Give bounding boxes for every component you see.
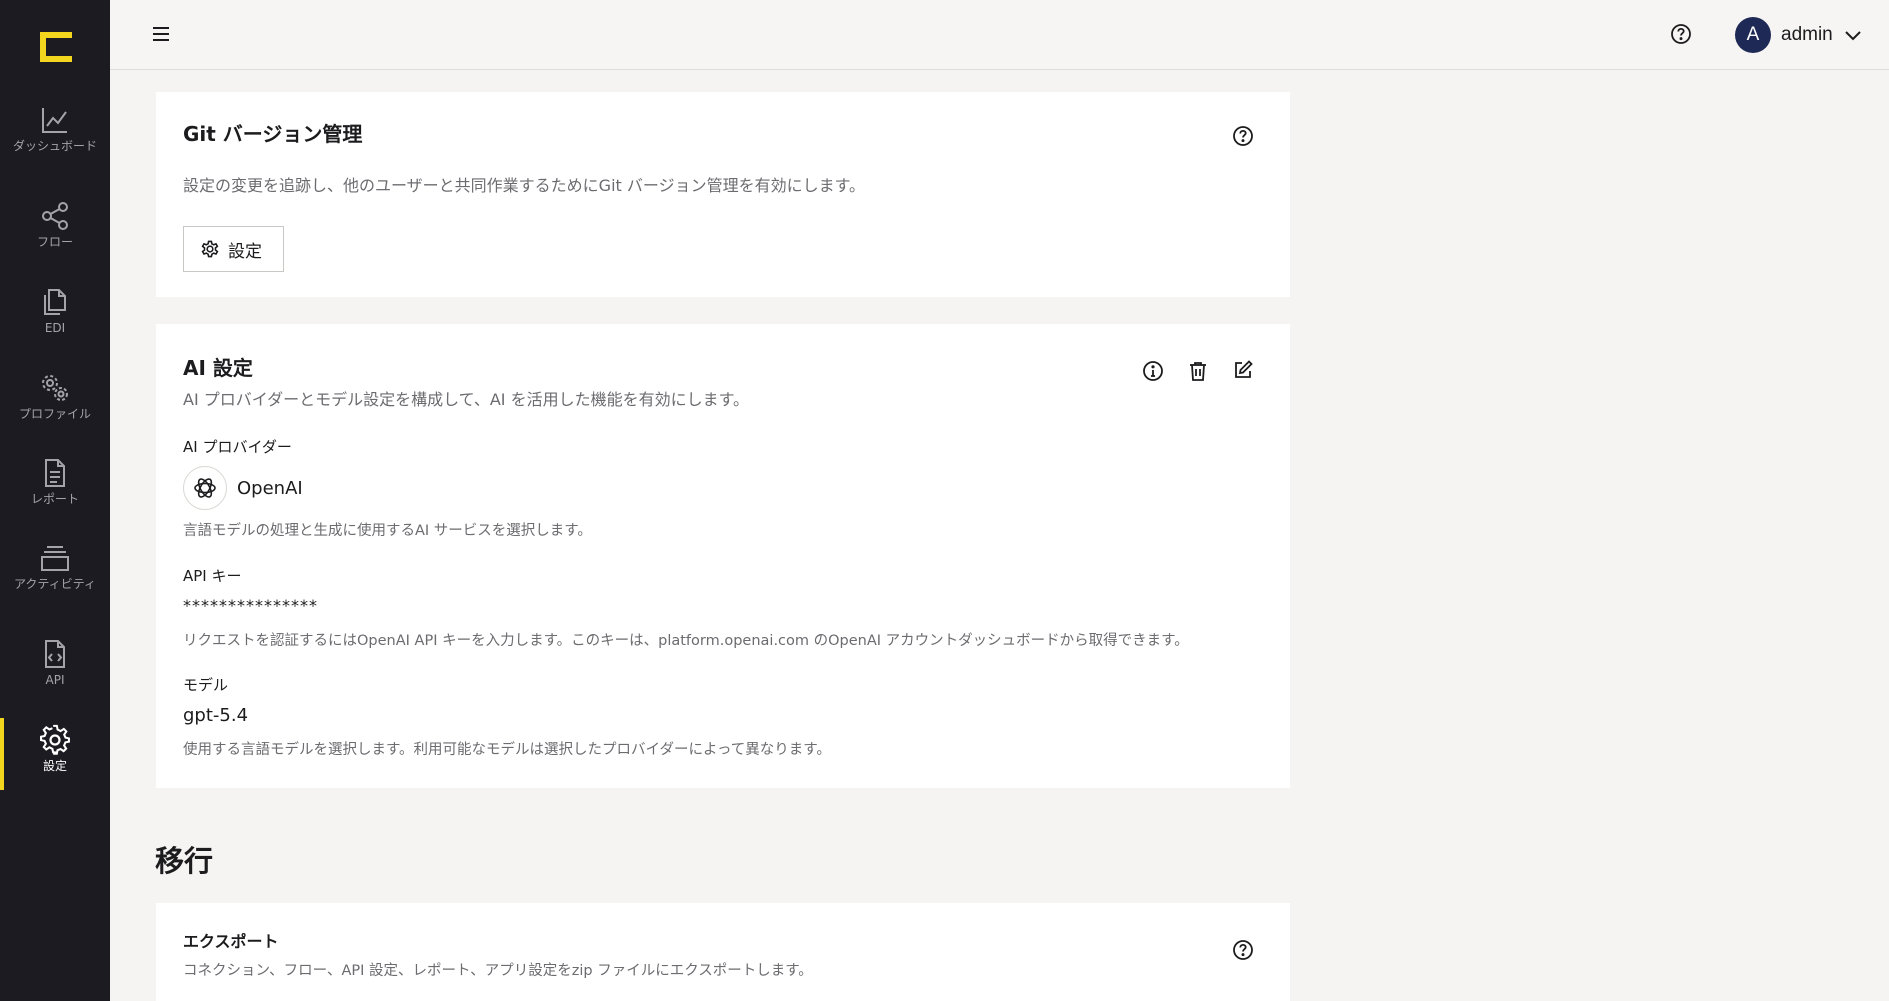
sidebar-item-label: レポート — [30, 492, 79, 506]
sidebar-item-label: 設定 — [42, 759, 67, 773]
sidebar-item-settings[interactable]: 設定 — [0, 718, 110, 806]
info-icon[interactable] — [1140, 358, 1166, 384]
app-root: ダッシュボード フロー EDI プロファイル レポート アクティビティ API … — [0, 0, 1889, 1001]
user-name: admin — [1781, 24, 1833, 45]
settings-button-label: 設定 — [228, 241, 262, 262]
model-value: gpt-5.4 — [183, 705, 249, 726]
sidebar-item-edi[interactable]: EDI — [0, 282, 110, 368]
provider-value: OpenAI — [183, 466, 303, 510]
api-key-help: リクエストを認証するにはOpenAI API キーを入力します。このキーは、pl… — [183, 633, 1189, 649]
provider-help: 言語モデルの処理と生成に使用するAI サービスを選択します。 — [183, 523, 592, 539]
documents-icon — [44, 289, 66, 315]
ai-card-title: AI 設定 — [183, 356, 253, 380]
sidebar-item-label: API — [45, 673, 65, 687]
provider-label: AI プロバイダー — [183, 438, 292, 456]
sidebar-item-label: プロファイル — [18, 407, 91, 421]
layers-stack-icon — [41, 546, 69, 571]
sidebar-item-flow[interactable]: フロー — [0, 196, 110, 282]
export-title: エクスポート — [183, 932, 279, 951]
git-settings-button[interactable]: 設定 — [183, 226, 284, 272]
export-description: コネクション、フロー、API 設定、レポート、アプリ設定をzip ファイルにエク… — [183, 963, 813, 979]
export-help-icon[interactable] — [1230, 937, 1256, 963]
report-file-icon — [45, 459, 65, 487]
gears-icon — [42, 375, 68, 401]
git-card-title: Git バージョン管理 — [183, 122, 363, 146]
gear-icon — [201, 240, 219, 258]
edit-icon[interactable] — [1230, 357, 1256, 383]
sidebar-item-activity[interactable]: アクティビティ — [0, 538, 110, 624]
sidebar-item-label: EDI — [44, 321, 66, 335]
sidebar-item-label: アクティビティ — [14, 577, 96, 591]
model-label: モデル — [183, 676, 229, 694]
hamburger-menu-icon[interactable] — [150, 24, 172, 44]
sidebar-item-api[interactable]: API — [0, 634, 110, 720]
sidebar-item-label: ダッシュボード — [12, 139, 97, 153]
ai-settings-card: AI 設定 AI プロバイダーとモデル設定を構成して、AI を活用した機能を有効… — [156, 324, 1290, 788]
trash-icon[interactable] — [1185, 358, 1211, 384]
migration-heading: 移行 — [155, 844, 214, 878]
sidebar-item-dashboard[interactable]: ダッシュボード — [0, 100, 110, 186]
sidebar-item-label: フロー — [36, 235, 73, 249]
chevron-down-icon — [1845, 31, 1861, 41]
top-header: A admin — [110, 0, 1889, 70]
provider-name: OpenAI — [237, 477, 303, 499]
app-logo[interactable] — [40, 32, 72, 62]
user-menu[interactable]: A admin — [1735, 16, 1863, 54]
share-nodes-icon — [42, 202, 68, 230]
api-key-value: *************** — [183, 596, 318, 615]
git-help-icon[interactable] — [1230, 123, 1256, 149]
sidebar-item-report[interactable]: レポート — [0, 453, 110, 539]
git-card-description: 設定の変更を追跡し、他のユーザーと共同作業するためにGit バージョン管理を有効… — [183, 176, 865, 195]
help-icon[interactable] — [1670, 23, 1692, 45]
model-help: 使用する言語モデルを選択します。利用可能なモデルは選択したプロバイダーによって異… — [183, 742, 831, 758]
chart-line-icon — [42, 108, 67, 133]
code-file-icon — [45, 640, 65, 668]
git-version-card: Git バージョン管理 設定の変更を追跡し、他のユーザーと共同作業するためにGi… — [156, 92, 1290, 297]
ai-card-description: AI プロバイダーとモデル設定を構成して、AI を活用した機能を有効にします。 — [183, 390, 749, 409]
openai-logo-icon — [183, 466, 227, 510]
gear-icon — [40, 724, 70, 755]
avatar: A — [1735, 17, 1771, 53]
sidebar-item-profile[interactable]: プロファイル — [0, 368, 110, 454]
sidebar: ダッシュボード フロー EDI プロファイル レポート アクティビティ API … — [0, 0, 110, 1001]
api-key-label: API キー — [183, 567, 242, 585]
export-card: エクスポート コネクション、フロー、API 設定、レポート、アプリ設定をzip … — [156, 903, 1290, 1001]
